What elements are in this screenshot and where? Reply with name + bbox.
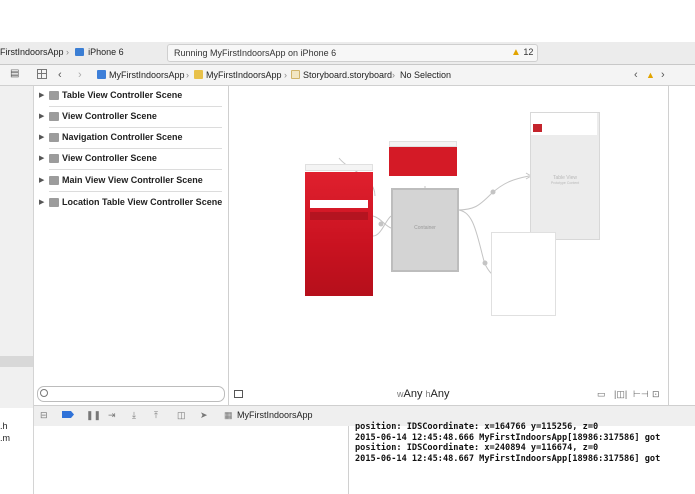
- related-items-grid-icon[interactable]: [37, 69, 47, 79]
- outline-scene-row[interactable]: ▶ Main View View Controller Scene: [34, 171, 228, 192]
- scheme-separator: ›: [66, 47, 70, 57]
- back-chevron-icon[interactable]: ‹: [58, 66, 62, 84]
- file-m-item[interactable]: .m: [0, 433, 10, 443]
- disclosure-triangle-icon[interactable]: ▶: [39, 198, 44, 206]
- console-line: position: IDSCoordinate: x=164766 y=1152…: [355, 422, 599, 432]
- jumpbar-separator: ›: [284, 70, 287, 80]
- size-class-control[interactable]: wAny hAny: [397, 388, 450, 400]
- issue-warning-icon[interactable]: ▲: [646, 66, 655, 84]
- scene-label: Location Table View Controller Scene: [62, 197, 223, 207]
- scene-label: Table View Controller Scene: [62, 90, 183, 100]
- disclosure-triangle-icon[interactable]: ▶: [39, 133, 44, 141]
- storyboard-file-icon: [291, 70, 300, 79]
- scene-icon: [49, 154, 59, 163]
- outline-scene-row[interactable]: ▶ Navigation Controller Scene: [34, 128, 228, 149]
- console-line: position: IDSCoordinate: x=240894 y=1166…: [355, 443, 599, 454]
- scene-tab-strip: [389, 176, 457, 185]
- issue-back-chevron-icon[interactable]: ‹: [634, 66, 638, 84]
- scheme-device-label: iPhone 6: [88, 47, 124, 57]
- segue-node-icon: [378, 221, 384, 227]
- location-icon[interactable]: ➤: [200, 410, 208, 421]
- scene-button: [310, 212, 368, 220]
- scene-icon: [49, 112, 59, 121]
- outline-scene-row[interactable]: ▶ Table View Controller Scene: [34, 86, 228, 107]
- disclosure-triangle-icon[interactable]: ▶: [39, 91, 44, 99]
- disclosure-triangle-icon[interactable]: ▶: [39, 112, 44, 120]
- pause-icon[interactable]: ❚❚: [86, 410, 101, 421]
- step-into-icon[interactable]: ⤓: [132, 410, 136, 421]
- iphone-icon: [74, 48, 84, 56]
- container-label: Container: [414, 225, 436, 231]
- table-view-label: Table View Prototype Content: [530, 175, 600, 185]
- status-text: Running MyFirstIndoorsApp on iPhone 6: [174, 48, 337, 58]
- scheme-selector[interactable]: FirstIndoorsApp › iPhone 6: [0, 45, 124, 60]
- table-view-scene-icon: [49, 198, 59, 207]
- outline-filter-field[interactable]: [37, 386, 225, 402]
- jumpbar-file-label: Storyboard.storyboard: [303, 70, 393, 80]
- location-table-view-scene[interactable]: [491, 232, 556, 316]
- project-icon: [97, 70, 106, 79]
- table-view-subtitle: Prototype Content: [550, 181, 580, 185]
- forward-chevron-icon[interactable]: ›: [78, 66, 82, 84]
- size-height-value: Any: [430, 388, 450, 400]
- scene-icon: [49, 176, 59, 185]
- folder-icon: [194, 70, 203, 79]
- navigator-selected-row[interactable]: [0, 356, 33, 367]
- app-target-icon: ▦: [224, 410, 233, 420]
- debug-process-name[interactable]: MyFirstIndoorsApp: [237, 410, 313, 420]
- align-icon[interactable]: |◫|: [614, 389, 627, 400]
- jumpbar-project-label: MyFirstIndoorsApp: [109, 70, 185, 80]
- scene-text-field: [310, 200, 368, 208]
- scene-label: Main View View Controller Scene: [62, 175, 203, 185]
- scene-label: View Controller Scene: [62, 153, 157, 163]
- disclosure-triangle-icon[interactable]: ▶: [39, 154, 44, 162]
- segue-node-icon: [490, 189, 496, 195]
- pin-icon[interactable]: ⊢⊣: [633, 389, 649, 400]
- cell-thumbnail-icon: [533, 124, 542, 132]
- scene-label: View Controller Scene: [62, 111, 157, 121]
- scheme-app-label: FirstIndoorsApp: [0, 47, 64, 57]
- toggle-outline-icon[interactable]: [234, 390, 243, 398]
- activity-status-bar[interactable]: Running MyFirstIndoorsApp on iPhone 6 ▲ …: [167, 44, 538, 62]
- file-h-item[interactable]: .h: [0, 421, 8, 431]
- scene-title-bar[interactable]: [305, 164, 373, 171]
- jumpbar-selection[interactable]: No Selection: [400, 66, 451, 84]
- console-line: 2015-06-14 12:45:48.667 MyFirstIndoorsAp…: [355, 453, 661, 464]
- variables-view[interactable]: [34, 426, 349, 494]
- stack-view-icon[interactable]: ▭: [597, 389, 606, 400]
- navigator-comment-icon[interactable]: ▤: [10, 68, 19, 79]
- navigation-controller-icon: [49, 133, 59, 142]
- warning-indicator[interactable]: ▲ 12: [511, 47, 533, 58]
- jumpbar-group-label: MyFirstIndoorsApp: [206, 70, 282, 80]
- scene-label: Navigation Controller Scene: [62, 132, 183, 142]
- outline-scene-row[interactable]: ▶ View Controller Scene: [34, 149, 228, 170]
- jumpbar-separator: ›: [186, 70, 189, 80]
- divider: [49, 169, 222, 170]
- warning-icon: ▲: [511, 47, 521, 58]
- jumpbar-separator: ›: [392, 70, 395, 80]
- divider: [49, 191, 222, 192]
- view-debugger-icon[interactable]: ◫: [177, 410, 186, 421]
- issue-forward-chevron-icon[interactable]: ›: [661, 66, 665, 84]
- step-out-icon[interactable]: ⤒: [154, 410, 158, 421]
- size-width-value: Any: [403, 388, 423, 400]
- console-line: 2015-06-14 12:45:48.666 MyFirstIndoorsAp…: [355, 432, 661, 443]
- step-over-icon[interactable]: ⇥: [108, 410, 116, 421]
- scene-icon: [49, 91, 59, 100]
- hide-debug-area-icon[interactable]: ⊟: [40, 410, 48, 421]
- utilities-gutter: [668, 86, 695, 408]
- disclosure-triangle-icon[interactable]: ▶: [39, 176, 44, 184]
- warning-count: 12: [523, 47, 534, 57]
- filter-icon: [40, 389, 48, 397]
- login-view-controller-scene[interactable]: [305, 172, 373, 296]
- window-top-area: [0, 0, 695, 42]
- jumpbar-file[interactable]: Storyboard.storyboard: [291, 66, 392, 84]
- outline-scene-row[interactable]: ▶ View Controller Scene: [34, 107, 228, 128]
- console-output: position: IDSCoordinate: x=164766 y=1152…: [355, 422, 660, 464]
- segue-node-icon: [482, 260, 488, 266]
- resolve-layout-icon[interactable]: ⊡: [652, 389, 660, 400]
- jumpbar-project[interactable]: MyFirstIndoorsApp: [97, 66, 185, 84]
- jumpbar-group[interactable]: MyFirstIndoorsApp: [194, 66, 282, 84]
- outline-scene-row[interactable]: ▶ Location Table View Controller Scene: [34, 193, 228, 214]
